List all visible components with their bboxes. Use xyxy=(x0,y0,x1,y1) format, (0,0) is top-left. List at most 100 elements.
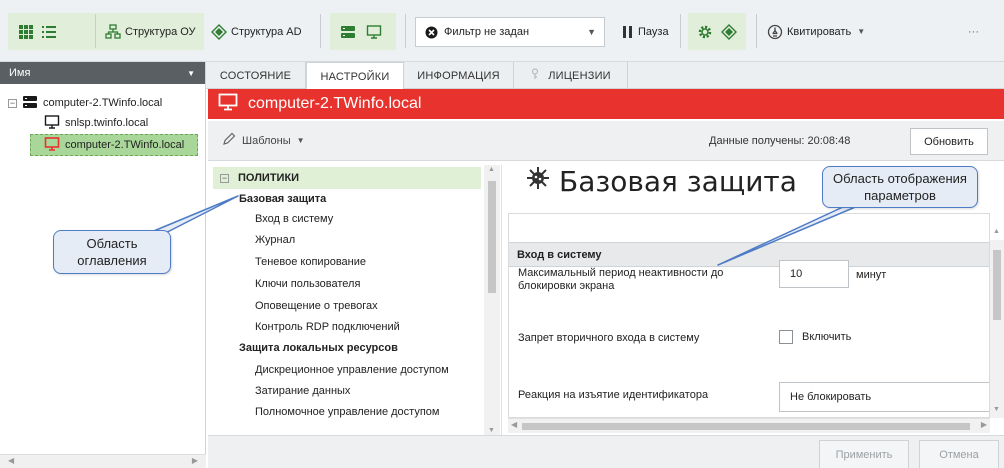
unit-label: минут xyxy=(856,269,887,281)
grid-view-button[interactable] xyxy=(18,13,34,50)
org-structure-icon xyxy=(105,23,121,40)
toc-item[interactable]: Журнал xyxy=(255,229,295,251)
pause-button[interactable]: Пауза xyxy=(622,13,669,50)
more-button[interactable]: ··· xyxy=(968,13,979,50)
scroll-left-icon[interactable]: ◀ xyxy=(511,420,517,429)
params-scroll-thumb[interactable] xyxy=(993,250,1001,320)
toc-item-label: Журнал xyxy=(255,234,296,246)
list-view-button[interactable] xyxy=(41,13,57,50)
toc-callout: Область оглавления xyxy=(53,230,171,274)
toc-item-label: Базовая защита xyxy=(239,193,327,205)
toc-item[interactable]: Оповещение о тревогах xyxy=(255,295,378,317)
action-bar: Применить Отмена xyxy=(208,435,1004,468)
toolbar-separator xyxy=(320,14,321,48)
tab-label: НАСТРОЙКИ xyxy=(320,70,390,83)
toolbar-separator xyxy=(680,14,681,48)
toolbar-separator xyxy=(756,14,757,48)
tree-item-selected[interactable]: computer-2.TWinfo.local xyxy=(30,134,198,156)
toc-policies-label: ПОЛИТИКИ xyxy=(238,172,300,184)
tab-label: ИНФОРМАЦИЯ xyxy=(417,69,500,82)
collapse-icon[interactable]: − xyxy=(8,98,17,108)
chevron-down-icon: ▼ xyxy=(587,27,596,37)
tab-licenses[interactable]: ЛИЦЕНЗИИ xyxy=(514,62,628,89)
tree-item-label: snlsp.twinfo.local xyxy=(65,117,149,129)
refresh-button[interactable]: Обновить xyxy=(910,128,988,155)
filter-label: Фильтр не задан xyxy=(444,26,530,38)
param-label: Максимальный период неактивности до блок… xyxy=(518,267,724,292)
chevron-down-icon: ▼ xyxy=(296,136,305,145)
select-value: Не блокировать xyxy=(790,391,872,403)
toc-policies[interactable]: − ПОЛИТИКИ xyxy=(213,167,481,189)
refresh-label: Обновить xyxy=(924,135,974,148)
scroll-left-icon[interactable]: ◀ xyxy=(8,456,14,465)
tree-item-label: computer-2.TWinfo.local xyxy=(43,97,163,109)
virus-shield-icon xyxy=(523,165,553,198)
toc-item[interactable]: Затирание данных xyxy=(255,380,350,402)
templates-dropdown[interactable]: Шаблоны ▼ xyxy=(222,132,305,149)
page-title-text: Базовая защита xyxy=(559,165,797,198)
computer-filter-button[interactable] xyxy=(366,13,382,50)
more-label: ··· xyxy=(968,25,979,38)
structure-ad-label: Структура AD xyxy=(231,25,302,38)
toc-vertical-scrollbar[interactable]: ▲ ▼ xyxy=(484,165,500,435)
settings-mode-button[interactable] xyxy=(697,13,713,50)
acknowledge-button[interactable]: Квитировать ▼ xyxy=(767,13,865,50)
ad-diamond-icon xyxy=(211,23,227,40)
scroll-right-icon[interactable]: ▶ xyxy=(192,456,198,465)
tree-item-root[interactable]: − computer-2.TWinfo.local xyxy=(8,92,162,114)
computer-title: computer-2.TWinfo.local xyxy=(248,95,422,112)
section-title: Вход в систему xyxy=(517,248,602,261)
monitor-icon xyxy=(366,24,382,40)
params-vertical-scrollbar[interactable]: ▲ ▼ xyxy=(990,228,1004,418)
callout-text: Область отображения xyxy=(833,171,967,186)
tree-horizontal-scrollbar[interactable]: ◀ ▶ xyxy=(0,454,206,468)
tab-settings[interactable]: НАСТРОЙКИ xyxy=(306,62,404,90)
scroll-right-icon[interactable]: ▶ xyxy=(981,420,987,429)
param-label: Реакция на изъятие идентификатора xyxy=(518,389,709,401)
params-horizontal-scrollbar[interactable]: ◀ ▶ xyxy=(508,418,990,433)
toc-item-label: Теневое копирование xyxy=(255,256,366,268)
data-received-text: Данные получены: 20:08:48 xyxy=(709,135,851,147)
secondary-login-checkbox[interactable] xyxy=(779,330,793,344)
collapse-icon[interactable]: − xyxy=(220,173,229,183)
structure-ad-button[interactable]: Структура AD xyxy=(211,13,302,50)
gear-icon xyxy=(697,24,713,40)
toc-item[interactable]: Ключи пользователя xyxy=(255,273,360,295)
tab-info[interactable]: ИНФОРМАЦИЯ xyxy=(404,62,514,89)
inactivity-period-input[interactable]: 10 xyxy=(779,260,849,288)
pause-icon xyxy=(622,25,634,39)
apply-button[interactable]: Применить xyxy=(819,440,909,468)
scroll-down-icon[interactable]: ▼ xyxy=(993,406,1000,413)
toc-item[interactable]: Дискреционное управление доступом xyxy=(255,359,449,381)
page-title: Базовая защита xyxy=(523,165,797,198)
event-filter-select[interactable]: Фильтр не задан ▼ xyxy=(415,17,605,47)
identifier-removal-select[interactable]: Не блокировать xyxy=(779,382,989,412)
tree-column-header[interactable]: Имя ▼ xyxy=(0,62,205,84)
toc-item[interactable]: Полномочное управление доступом xyxy=(255,401,439,423)
tree-item-child[interactable]: snlsp.twinfo.local xyxy=(44,112,148,134)
scroll-up-icon[interactable]: ▲ xyxy=(488,166,495,173)
scroll-up-icon[interactable]: ▲ xyxy=(993,228,1000,235)
panel-splitter[interactable] xyxy=(501,165,507,435)
templates-label: Шаблоны xyxy=(242,134,291,147)
cancel-button[interactable]: Отмена xyxy=(919,440,999,468)
scroll-down-icon[interactable]: ▼ xyxy=(488,427,495,434)
table-of-contents: − ПОЛИТИКИ Базовая защита Вход в систему… xyxy=(213,165,483,429)
structure-ou-button[interactable]: Структура ОУ xyxy=(105,13,196,50)
tab-state[interactable]: СОСТОЯНИЕ xyxy=(206,62,306,89)
server-filter-button[interactable] xyxy=(340,13,356,50)
checkbox-label[interactable]: Включить xyxy=(802,331,851,343)
server-icon xyxy=(340,24,356,40)
param-label: Запрет вторичного входа в систему xyxy=(518,332,700,344)
detail-tabs: СОСТОЯНИЕ НАСТРОЙКИ ИНФОРМАЦИЯ ЛИЦЕНЗИИ xyxy=(206,62,1004,90)
ad-mode-button[interactable] xyxy=(721,13,737,50)
params-hscroll-thumb[interactable] xyxy=(522,423,970,430)
toc-item[interactable]: Контроль RDP подключений xyxy=(255,316,400,338)
toc-scroll-thumb[interactable] xyxy=(488,181,496,293)
toc-local-resources[interactable]: Защита локальных ресурсов xyxy=(239,337,398,359)
monitor-icon xyxy=(218,93,238,116)
toc-basic-protection[interactable]: Базовая защита xyxy=(239,188,326,210)
key-icon xyxy=(530,68,540,83)
toc-item[interactable]: Теневое копирование xyxy=(255,251,366,273)
toc-item[interactable]: Вход в систему xyxy=(255,208,333,230)
